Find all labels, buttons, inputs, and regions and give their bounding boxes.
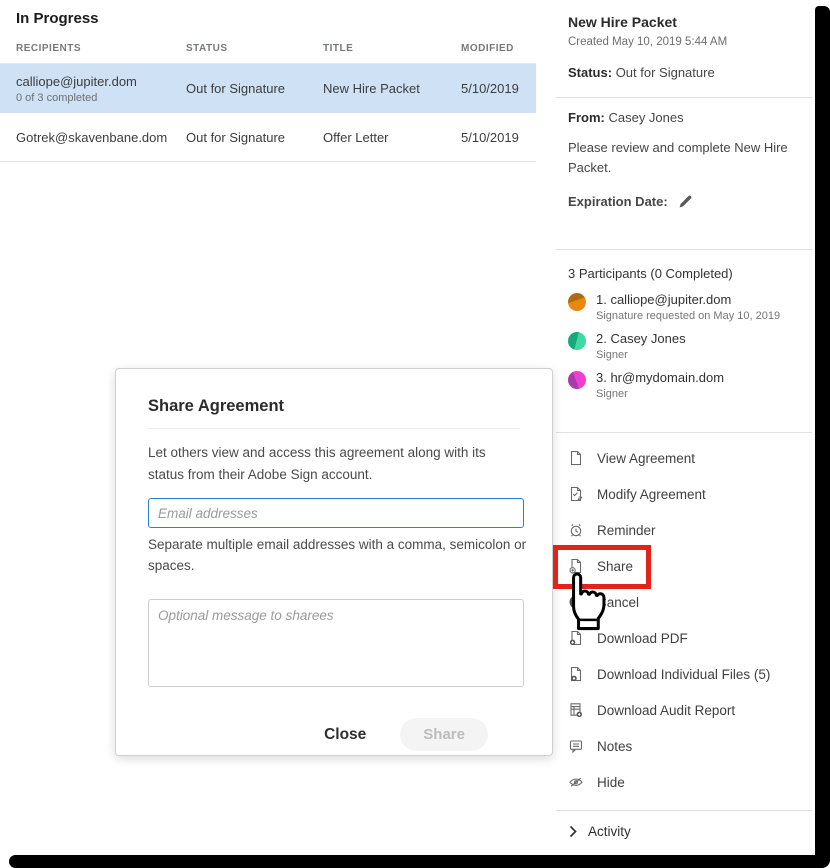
agreement-summary: New Hire Packet Created May 10, 2019 5:4…: [568, 14, 800, 80]
status-label: Status:: [568, 65, 612, 80]
from-label: From:: [568, 110, 605, 125]
action-notes[interactable]: Notes: [556, 728, 812, 764]
status-value: Out for Signature: [616, 65, 715, 80]
divider: [556, 432, 812, 433]
modify-agreement-icon: [568, 486, 584, 502]
expiration-row: Expiration Date:: [568, 193, 800, 209]
from-value: Casey Jones: [608, 110, 683, 125]
row-recipient: Gotrek@skavenbane.dom: [16, 130, 186, 145]
participant-name: 2. Casey Jones: [596, 331, 686, 346]
col-header-recipients: RECIPIENTS: [16, 43, 186, 54]
table-row[interactable]: Gotrek@skavenbane.dom Out for Signature …: [0, 113, 536, 162]
row-modified: 5/10/2019: [461, 81, 536, 96]
participant-avatar: [568, 332, 586, 350]
action-label: Download Audit Report: [597, 703, 735, 718]
action-hide[interactable]: Hide: [556, 764, 812, 800]
modal-buttons: Close Share: [148, 718, 488, 751]
email-help-text: Separate multiple email addresses with a…: [148, 535, 538, 577]
modal-title: Share Agreement: [148, 397, 520, 429]
share-button[interactable]: Share: [400, 718, 488, 751]
activity-toggle[interactable]: Activity: [568, 824, 631, 839]
table-header: RECIPIENTS STATUS TITLE MODIFIED: [0, 43, 536, 64]
adobe-sign-manage-page: In Progress RECIPIENTS STATUS TITLE MODI…: [0, 0, 830, 868]
expiration-label: Expiration Date:: [568, 194, 668, 209]
col-header-title: TITLE: [323, 43, 461, 54]
divider: [556, 810, 812, 811]
participant-avatar: [568, 293, 586, 311]
participant-item: 2. Casey Jones Signer: [568, 331, 800, 361]
participants-section: 3 Participants (0 Completed) 1. calliope…: [568, 266, 800, 409]
action-label: View Agreement: [597, 451, 695, 466]
cursor-pointer-icon: [559, 569, 613, 633]
edit-pencil-icon[interactable]: [678, 193, 694, 209]
participants-header: 3 Participants (0 Completed): [568, 266, 800, 281]
participant-item: 3. hr@mydomain.dom Signer: [568, 370, 800, 400]
participant-avatar: [568, 371, 586, 389]
activity-label: Activity: [588, 824, 631, 839]
action-download-individual-files[interactable]: Download Individual Files (5): [556, 656, 812, 692]
in-progress-section: In Progress RECIPIENTS STATUS TITLE MODI…: [0, 0, 536, 162]
action-label: Reminder: [597, 523, 656, 538]
agreement-created-date: Created May 10, 2019 5:44 AM: [568, 36, 800, 48]
action-modify-agreement[interactable]: Modify Agreement: [556, 476, 812, 512]
divider: [556, 249, 812, 250]
close-button[interactable]: Close: [324, 726, 366, 744]
col-header-status: STATUS: [186, 43, 323, 54]
participant-status: Signature requested on May 10, 2019: [596, 310, 780, 322]
table-row[interactable]: calliope@jupiter.dom 0 of 3 completed Ou…: [0, 64, 536, 113]
email-addresses-input[interactable]: [148, 498, 524, 528]
optional-message-textarea[interactable]: [148, 599, 524, 687]
participant-status: Signer: [596, 349, 686, 361]
agreement-message: Please review and complete New Hire Pack…: [568, 138, 800, 178]
action-reminder[interactable]: Share Reminder: [556, 512, 812, 548]
screenshot-shadow-right: [815, 6, 830, 868]
action-label: Notes: [597, 739, 632, 754]
col-header-modified: MODIFIED: [461, 43, 536, 54]
divider: [556, 97, 812, 98]
share-agreement-modal: Share Agreement Let others view and acce…: [115, 368, 553, 756]
row-status: Out for Signature: [186, 130, 323, 145]
row-title: New Hire Packet: [323, 81, 461, 96]
row-status: Out for Signature: [186, 81, 323, 96]
screenshot-shadow-bottom: [9, 855, 830, 868]
audit-report-icon: [568, 702, 584, 718]
action-label: Modify Agreement: [597, 487, 706, 502]
view-agreement-icon: [568, 450, 584, 466]
action-label: Download Individual Files (5): [597, 667, 770, 682]
row-recipient-progress: 0 of 3 completed: [16, 92, 186, 104]
participant-item: 1. calliope@jupiter.dom Signature reques…: [568, 292, 800, 322]
page-title: In Progress: [16, 10, 536, 27]
action-label: Hide: [597, 775, 625, 790]
participant-name: 3. hr@mydomain.dom: [596, 370, 724, 385]
agreement-title: New Hire Packet: [568, 14, 800, 30]
agreement-from: From: Casey Jones: [568, 110, 800, 125]
agreement-from-section: From: Casey Jones Please review and comp…: [568, 110, 800, 209]
chevron-right-icon: [568, 825, 579, 838]
action-view-agreement[interactable]: View Agreement: [556, 440, 812, 476]
row-modified: 5/10/2019: [461, 130, 536, 145]
row-title: Offer Letter: [323, 130, 461, 145]
row-recipient: calliope@jupiter.dom: [16, 74, 186, 89]
participant-status: Signer: [596, 388, 724, 400]
notes-icon: [568, 738, 584, 754]
reminder-icon: [568, 522, 584, 538]
participant-name: 1. calliope@jupiter.dom: [596, 292, 780, 307]
agreement-status: Status: Out for Signature: [568, 65, 800, 80]
action-download-audit-report[interactable]: Download Audit Report: [556, 692, 812, 728]
modal-description: Let others view and access this agreemen…: [148, 442, 520, 485]
hide-icon: [568, 774, 584, 790]
download-files-icon: [568, 666, 584, 682]
